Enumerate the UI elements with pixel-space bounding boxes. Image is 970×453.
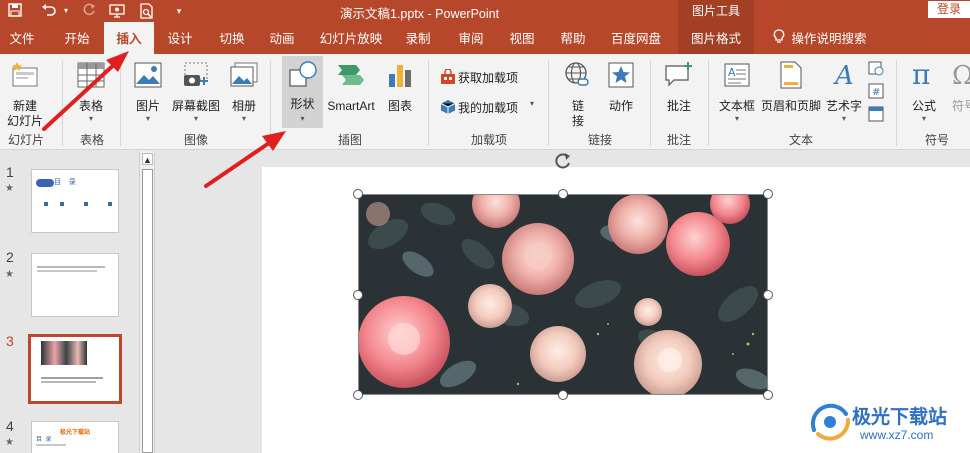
powerpoint-window: ▾ ▾ 演示文稿1.pptx - PowerPoint 图片工具 登录 文件 开…: [0, 0, 970, 453]
annotation-arrows: [42, 51, 286, 188]
watermark-site-name: 极光下载站: [852, 407, 948, 428]
watermark-logo-icon: [808, 400, 852, 447]
site-watermark: 极光下载站 www.xz7.com: [808, 400, 968, 450]
watermark-url: www.xz7.com: [860, 428, 934, 442]
red-arrow-to-shapes: [204, 131, 286, 188]
red-arrow-to-new-slide: [42, 51, 129, 131]
